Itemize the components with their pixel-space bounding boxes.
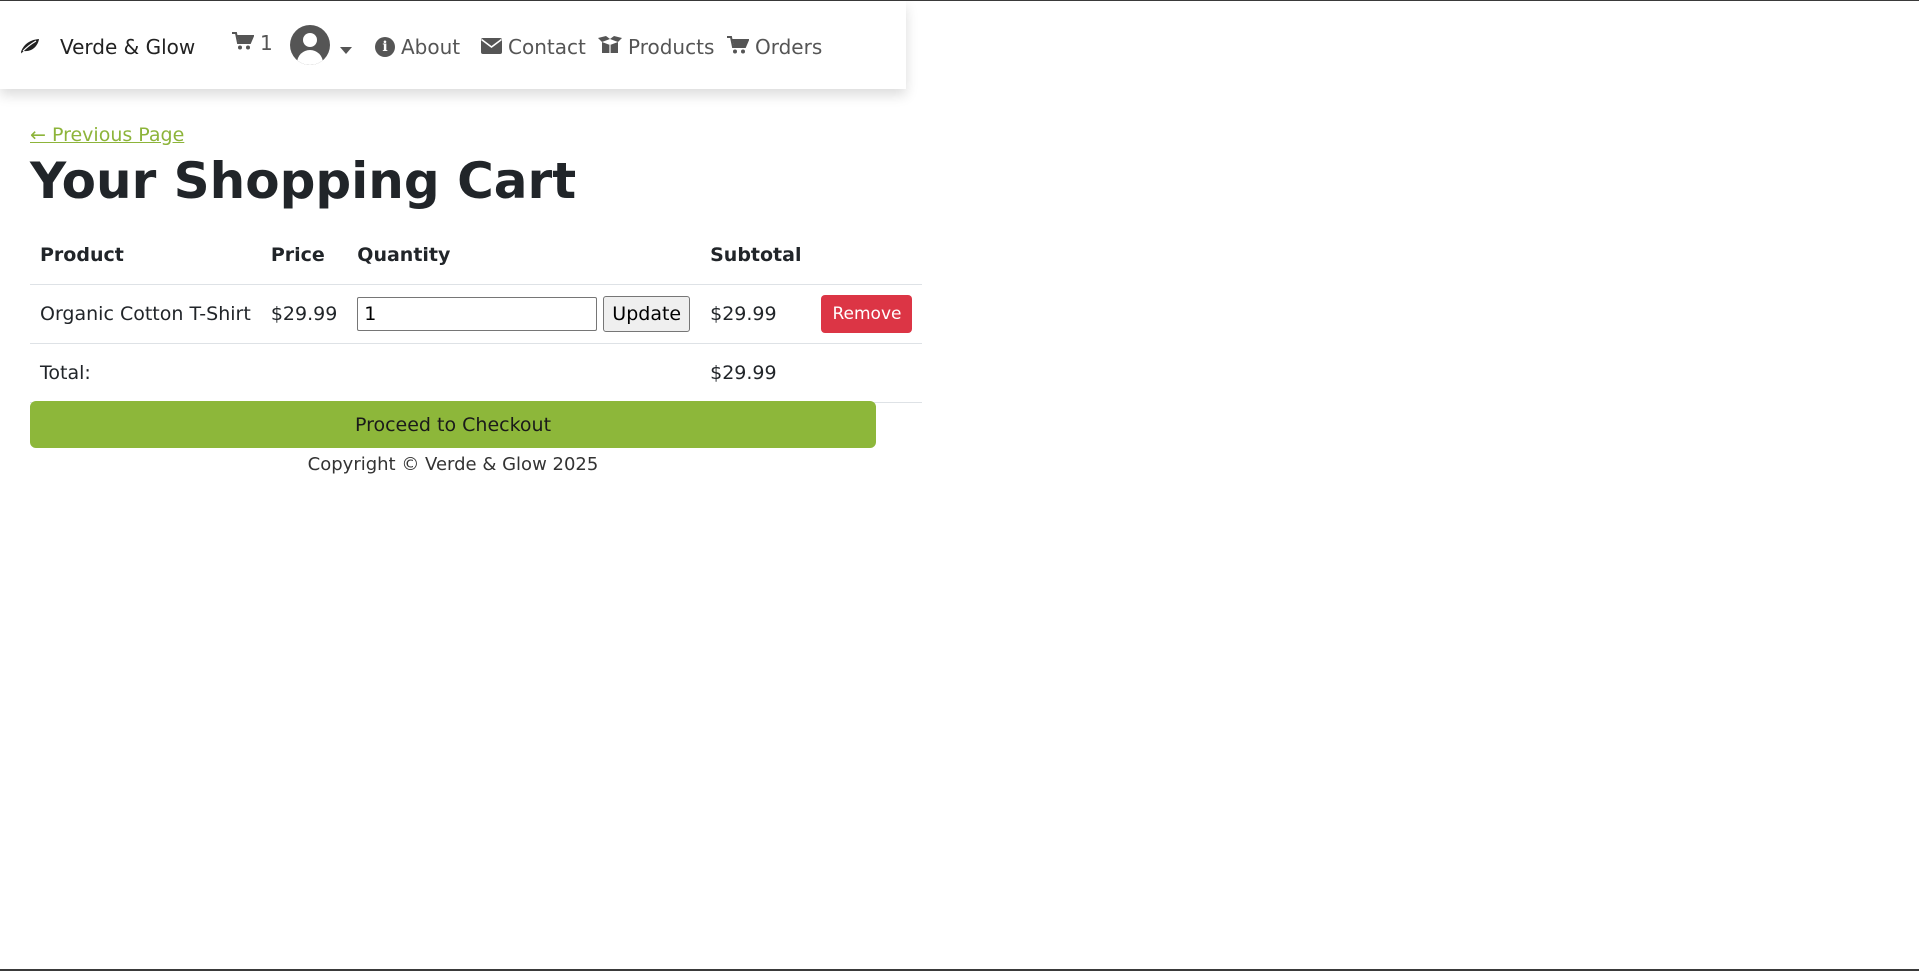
cart-icon	[727, 35, 750, 59]
nav-link-contact-label: Contact	[508, 35, 586, 59]
column-header-quantity: Quantity	[347, 226, 701, 285]
envelope-icon	[481, 35, 502, 59]
info-icon: i	[375, 37, 395, 57]
quantity-input[interactable]	[357, 297, 598, 331]
nav-link-about-label: About	[401, 35, 461, 59]
box-open-icon	[598, 35, 622, 59]
product-name: Organic Cotton T-Shirt	[30, 284, 261, 344]
copyright-footer: Copyright © Verde & Glow 2025	[307, 454, 599, 475]
cart-count-badge: 1	[260, 31, 273, 55]
remove-button[interactable]: Remove	[821, 295, 913, 333]
nav-link-about[interactable]: i About	[375, 33, 460, 61]
user-avatar-icon	[290, 25, 330, 65]
nav-link-products-label: Products	[628, 35, 715, 59]
cart-link[interactable]: 1	[232, 29, 273, 57]
leaf-icon	[20, 35, 40, 59]
navbar: Verde & Glow 1 i About Contact Products …	[0, 1, 906, 89]
cart-icon	[232, 31, 255, 55]
column-header-price: Price	[260, 226, 348, 285]
brand-link[interactable]: Verde & Glow	[20, 33, 195, 61]
product-price: $29.99	[260, 284, 348, 344]
total-value: $29.99	[700, 343, 812, 403]
update-button[interactable]: Update	[603, 296, 691, 332]
nav-link-orders[interactable]: Orders	[727, 33, 822, 61]
column-header-product: Product	[30, 226, 261, 285]
brand-name: Verde & Glow	[60, 35, 196, 59]
cart-table: Product Price Quantity Subtotal Organic …	[30, 226, 923, 403]
column-header-actions	[811, 226, 923, 285]
nav-link-products[interactable]: Products	[598, 33, 714, 61]
quantity-cell: Update	[357, 296, 691, 332]
total-row: Total: $29.99	[30, 343, 923, 403]
nav-link-contact[interactable]: Contact	[481, 33, 586, 61]
caret-down-icon	[340, 46, 352, 54]
row-subtotal: $29.99	[700, 284, 812, 344]
previous-page-link[interactable]: ← Previous Page	[30, 124, 184, 146]
page-title: Your Shopping Cart	[30, 152, 577, 210]
nav-link-orders-label: Orders	[755, 35, 823, 59]
total-label: Total:	[30, 343, 261, 403]
table-row: Organic Cotton T-Shirt $29.99 Update $29…	[30, 284, 923, 344]
user-menu-toggle[interactable]	[290, 25, 352, 65]
column-header-subtotal: Subtotal	[700, 226, 812, 285]
proceed-to-checkout-button[interactable]: Proceed to Checkout	[30, 401, 876, 448]
table-header-row: Product Price Quantity Subtotal	[30, 226, 923, 285]
